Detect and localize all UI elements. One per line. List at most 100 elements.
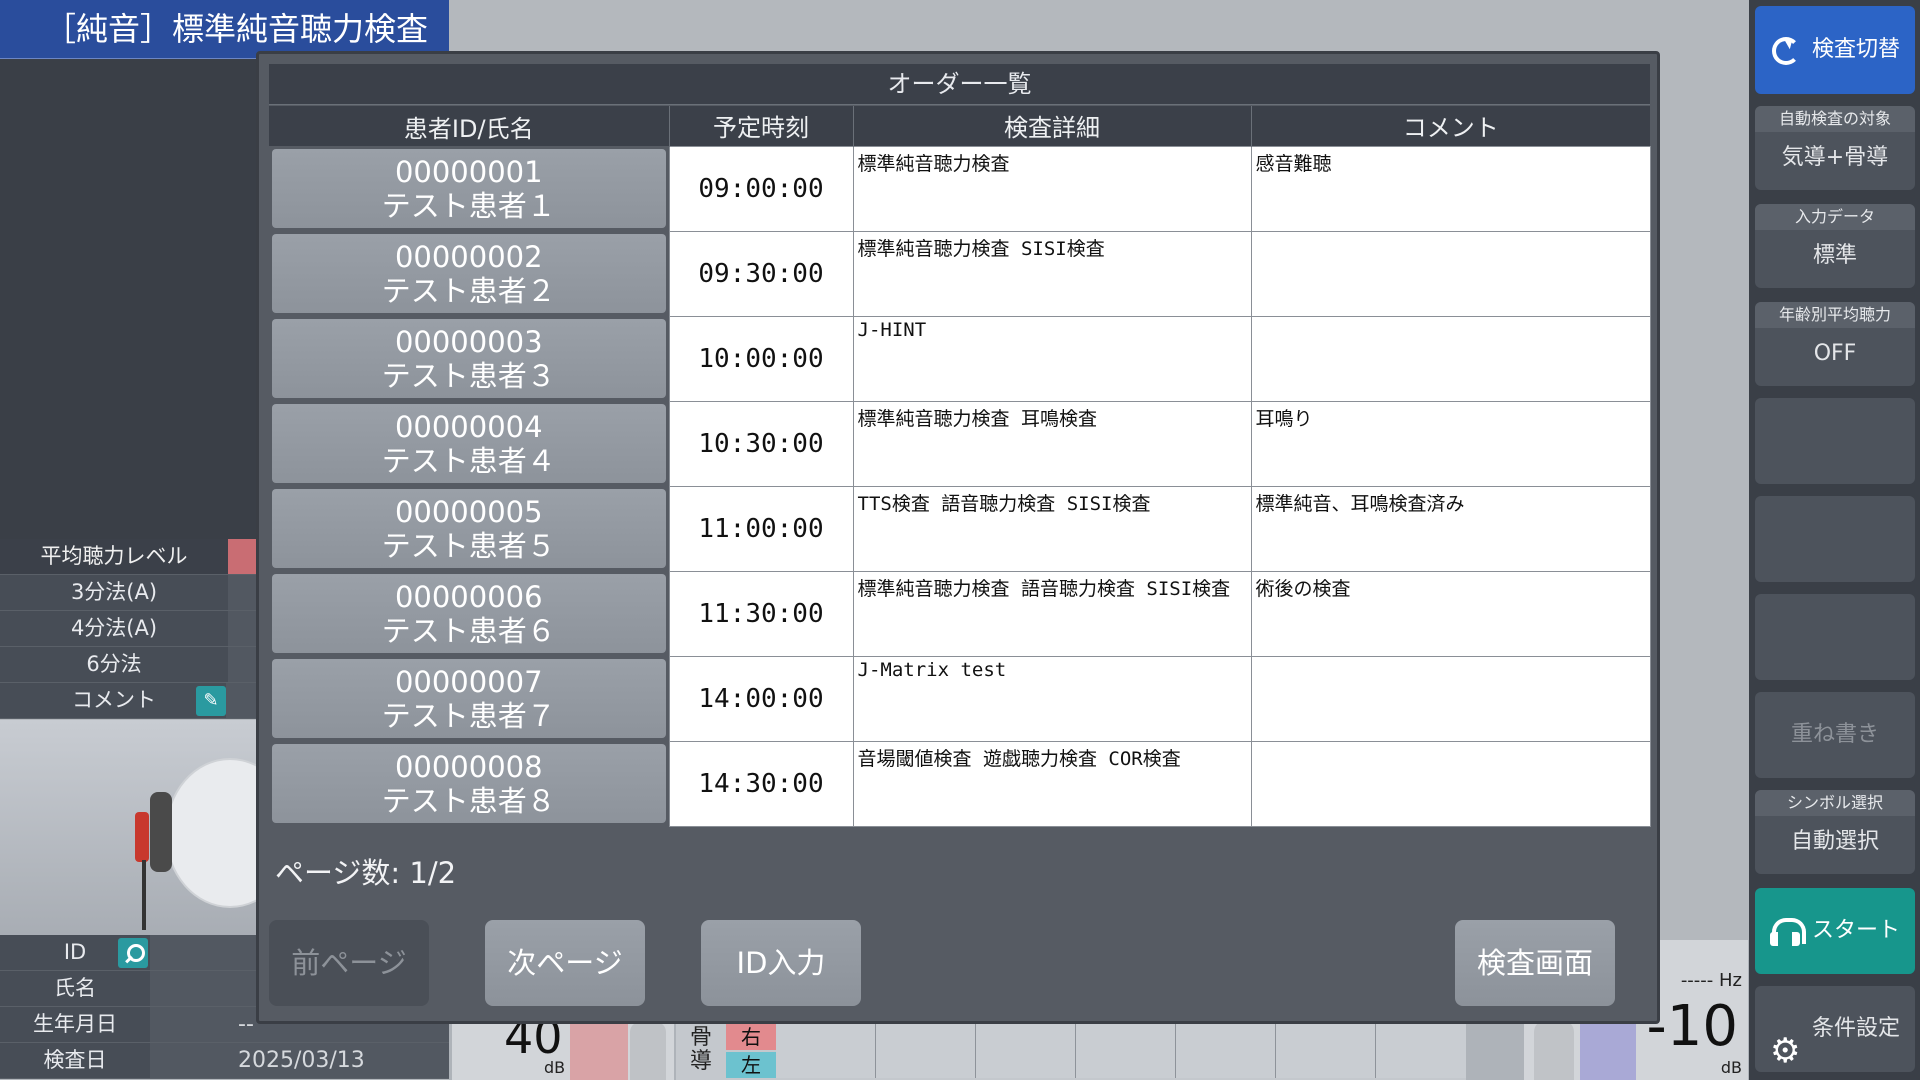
avg-row: 6分法 xyxy=(0,647,257,683)
symbol-value: 自動選択 xyxy=(1790,829,1879,854)
next-page-button[interactable]: 次ページ xyxy=(485,920,645,1006)
exam-detail: J-Matrix test xyxy=(852,655,1252,742)
exam-detail: 標準純音聴力検査 xyxy=(852,145,1252,232)
table-header: 患者ID/氏名 予定時刻 検査詳細 コメント xyxy=(269,106,1650,146)
patient-id: 00000008 xyxy=(394,750,543,784)
age-avg-button[interactable]: 年齢別平均聴力 OFF xyxy=(1755,302,1915,386)
empty-slot-3 xyxy=(1755,594,1915,680)
avg-value xyxy=(228,539,257,574)
table-row: 00000001 テスト患者１ 09:00:00 標準純音聴力検査 感音難聴 xyxy=(269,145,1651,232)
patient-name: テスト患者５ xyxy=(381,529,556,563)
order-list-dialog: オーダー一覧 患者ID/氏名 予定時刻 検査詳細 コメント 00000001 テス… xyxy=(256,51,1660,1024)
auto-target-button[interactable]: 自動検査の対象 気導+骨導 xyxy=(1755,106,1915,190)
input-data-caption: 入力データ xyxy=(1755,204,1915,230)
exam-detail: TTS検査 語音聴力検査 SISI検査 xyxy=(852,485,1252,572)
table-row: 00000008 テスト患者８ 14:30:00 音場閾値検査 遊戯聴力検査 CO… xyxy=(269,740,1651,827)
gear-icon xyxy=(1770,1008,1800,1080)
avg-label: 6分法 xyxy=(0,647,228,682)
scheduled-time: 11:00:00 xyxy=(668,485,854,572)
avg-row-comment: コメント ✎ xyxy=(0,683,257,719)
patient-id: 00000007 xyxy=(394,665,543,699)
right-db-value: -10 xyxy=(1646,994,1738,1059)
bone-conduction-row: 骨導 右 左 xyxy=(676,1020,1466,1080)
patient-name: テスト患者２ xyxy=(381,274,556,308)
table-row: 00000007 テスト患者７ 14:00:00 J-Matrix test xyxy=(269,655,1651,742)
auto-target-value: 気導+骨導 xyxy=(1781,145,1889,170)
comment: 標準純音、耳鳴検査済み xyxy=(1250,485,1651,572)
exam-detail: 標準純音聴力検査 SISI検査 xyxy=(852,230,1252,317)
comment xyxy=(1250,230,1651,317)
patient-button[interactable]: 00000001 テスト患者１ xyxy=(272,149,666,228)
patient-id: 00000006 xyxy=(394,580,543,614)
patient-button[interactable]: 00000008 テスト患者８ xyxy=(272,744,666,823)
frequency-grid xyxy=(776,1024,1466,1078)
comment: 耳鳴り xyxy=(1250,400,1651,487)
patient-button[interactable]: 00000006 テスト患者６ xyxy=(272,574,666,653)
column-header: コメント xyxy=(1251,106,1650,146)
age-avg-caption: 年齢別平均聴力 xyxy=(1755,302,1915,328)
earphone-red-icon xyxy=(135,812,149,862)
right-db-unit: dB xyxy=(1720,1058,1742,1077)
left-db-unit: dB xyxy=(544,1058,566,1077)
id-input-button[interactable]: ID入力 xyxy=(701,920,861,1006)
earphone-cord-icon xyxy=(142,860,146,930)
id-label: ID xyxy=(0,935,150,970)
patient-button[interactable]: 00000003 テスト患者３ xyxy=(272,319,666,398)
avg-row: 3分法(A) xyxy=(0,575,257,611)
exam-screen-button[interactable]: 検査画面 xyxy=(1455,920,1615,1006)
input-data-value: 標準 xyxy=(1812,243,1857,268)
name-label: 氏名 xyxy=(0,971,150,1006)
patient-id: 00000002 xyxy=(394,240,543,274)
patient-button[interactable]: 00000002 テスト患者２ xyxy=(272,234,666,313)
patient-button[interactable]: 00000005 テスト患者５ xyxy=(272,489,666,568)
symbol-select-button[interactable]: シンボル選択 自動選択 xyxy=(1755,790,1915,874)
avg-label: 平均聴力レベル xyxy=(0,539,228,574)
avg-value xyxy=(228,611,257,646)
switch-exam-button[interactable]: 検査切替 xyxy=(1755,6,1915,94)
patient-name: テスト患者７ xyxy=(381,699,556,733)
empty-slot-1 xyxy=(1755,398,1915,484)
exam-detail: J-HINT xyxy=(852,315,1252,402)
face-icon xyxy=(165,758,257,908)
prev-page-button[interactable]: 前ページ xyxy=(269,920,429,1006)
bone-label: 骨導 xyxy=(690,1025,713,1074)
scheduled-time: 09:00:00 xyxy=(668,145,854,232)
avg-value xyxy=(228,647,257,682)
scheduled-time: 14:00:00 xyxy=(668,655,854,742)
patient-name: テスト患者４ xyxy=(381,444,556,478)
patient-name: テスト患者６ xyxy=(381,614,556,648)
patient-button[interactable]: 00000004 テスト患者４ xyxy=(272,404,666,483)
patient-button[interactable]: 00000007 テスト患者７ xyxy=(272,659,666,738)
auto-target-caption: 自動検査の対象 xyxy=(1755,106,1915,132)
table-row: 00000002 テスト患者２ 09:30:00 標準純音聴力検査 SISI検査 xyxy=(269,230,1651,317)
start-button[interactable]: スタート xyxy=(1755,888,1915,974)
avg-row: 4分法(A) xyxy=(0,611,257,647)
pencil-icon[interactable]: ✎ xyxy=(196,686,226,716)
dialog-title: オーダー一覧 xyxy=(269,64,1650,105)
page-count: ページ数: 1/2 xyxy=(275,856,457,890)
table-row: 00000005 テスト患者５ 11:00:00 TTS検査 語音聴力検査 SIS… xyxy=(269,485,1651,572)
settings-button[interactable]: 条件設定 xyxy=(1755,986,1915,1080)
ear-diagram xyxy=(0,720,257,935)
patient-name: テスト患者１ xyxy=(381,189,556,223)
avg-label: 3分法(A) xyxy=(0,575,228,610)
level-bar xyxy=(1580,1020,1636,1080)
comment: 感音難聴 xyxy=(1250,145,1651,232)
age-avg-value: OFF xyxy=(1813,341,1857,366)
input-data-button[interactable]: 入力データ 標準 xyxy=(1755,204,1915,288)
avg-row-header: 平均聴力レベル xyxy=(0,539,257,575)
column-header: 患者ID/氏名 xyxy=(269,106,670,146)
hz-unit: ----- Hz xyxy=(1680,970,1742,991)
patient-name: テスト患者３ xyxy=(381,359,556,393)
patient-id: 00000003 xyxy=(394,325,543,359)
avg-label: 4分法(A) xyxy=(0,611,228,646)
level-bar xyxy=(570,1022,628,1080)
table-row: 00000003 テスト患者３ 10:00:00 J-HINT xyxy=(269,315,1651,402)
overwrite-button[interactable]: 重ね書き xyxy=(1755,692,1915,778)
exam-date-value: 2025/03/13 xyxy=(150,1043,449,1078)
order-table: 患者ID/氏名 予定時刻 検査詳細 コメント 00000001 テスト患者１ 09… xyxy=(269,106,1651,827)
scheduled-time: 14:30:00 xyxy=(668,740,854,827)
scheduled-time: 09:30:00 xyxy=(668,230,854,317)
scheduled-time: 11:30:00 xyxy=(668,570,854,657)
search-icon[interactable] xyxy=(118,938,148,968)
